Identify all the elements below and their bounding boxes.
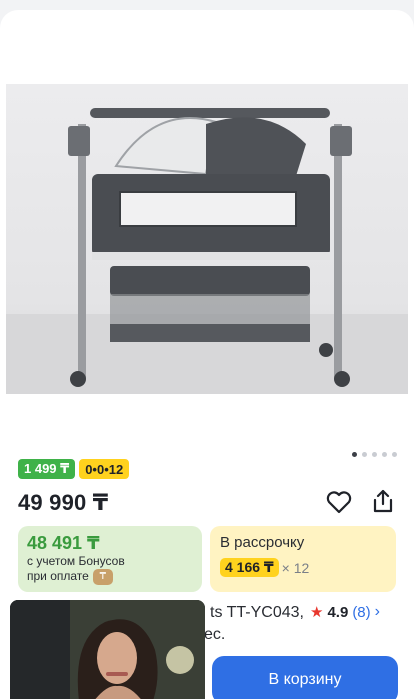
product-image[interactable] bbox=[6, 84, 408, 394]
carousel-dot[interactable] bbox=[392, 452, 397, 457]
rating-value: 4.9 bbox=[327, 603, 349, 621]
installment-label: В рассрочку bbox=[220, 534, 305, 551]
installment-box[interactable]: В рассрочку 4 166 ₸ × 12 bbox=[210, 526, 396, 592]
product-title-continued: ес. bbox=[204, 626, 226, 643]
share-icon[interactable] bbox=[370, 488, 396, 514]
rating[interactable]: ★ 4.9 (8) › bbox=[310, 603, 380, 621]
product-card: 1 499 ₸ 0•0•12 49 990 ₸ 48 491 ₸ с учето… bbox=[0, 10, 414, 699]
review-count: (8) bbox=[352, 603, 371, 621]
chevron-right-icon: › bbox=[374, 603, 380, 620]
star-icon: ★ bbox=[310, 604, 324, 621]
carousel-dot[interactable] bbox=[382, 452, 387, 457]
carousel-dots bbox=[352, 452, 397, 457]
carousel-dot[interactable] bbox=[372, 452, 377, 457]
bonus-line-2: при оплате bbox=[27, 569, 89, 584]
bonus-price-box[interactable]: 48 491 ₸ с учетом Бонусов при оплате ₸ bbox=[18, 526, 202, 592]
product-title[interactable]: ts TT-YC043, bbox=[210, 604, 304, 622]
installment-monthly: 4 166 ₸ bbox=[220, 558, 279, 577]
bonus-coin-icon: ₸ bbox=[92, 569, 113, 585]
carousel-dot[interactable] bbox=[352, 452, 357, 457]
video-overlay[interactable] bbox=[10, 600, 205, 699]
price-badge: 1 499 ₸ bbox=[18, 459, 76, 479]
product-price: 49 990 ₸ bbox=[18, 490, 109, 515]
add-to-cart-button[interactable]: В корзину bbox=[212, 656, 398, 699]
price-badges: 1 499 ₸ 0•0•12 bbox=[18, 459, 130, 479]
installment-badge: 0•0•12 bbox=[79, 459, 130, 479]
bonus-amount: 48 491 ₸ bbox=[27, 533, 100, 553]
bonus-line-1: с учетом Бонусов bbox=[27, 554, 125, 568]
heart-icon[interactable] bbox=[326, 490, 352, 514]
installment-multiplier: × 12 bbox=[281, 559, 310, 576]
carousel-dot[interactable] bbox=[362, 452, 367, 457]
